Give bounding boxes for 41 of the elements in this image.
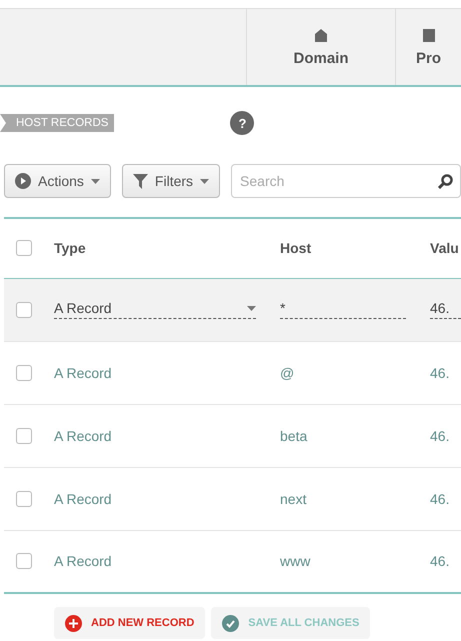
caret-icon bbox=[247, 306, 256, 310]
type-cell: A Record bbox=[54, 553, 112, 570]
section-label: HOST RECORDS bbox=[0, 114, 114, 132]
caret-icon bbox=[200, 178, 210, 184]
caret-icon bbox=[90, 178, 100, 184]
column-header: Type bbox=[54, 240, 86, 256]
host-cell: @ bbox=[280, 364, 294, 380]
value-cell: 46. bbox=[430, 364, 450, 380]
host-field[interactable]: * bbox=[280, 300, 406, 319]
type-cell: A Record bbox=[54, 428, 112, 444]
help-button[interactable]: ? bbox=[230, 111, 254, 135]
value-cell: 46. bbox=[430, 553, 450, 570]
search-field[interactable]: Search bbox=[231, 164, 461, 198]
value-cell: 46. bbox=[430, 490, 450, 506]
actions-button[interactable]: Actions bbox=[4, 164, 111, 198]
checkmark-icon bbox=[222, 614, 240, 632]
nav-tab[interactable]: Domain bbox=[246, 9, 395, 85]
value-field[interactable]: 46. bbox=[430, 300, 461, 319]
column-header: Host bbox=[280, 240, 312, 256]
type-cell: A Record bbox=[54, 490, 112, 506]
checkbox[interactable] bbox=[16, 490, 32, 506]
checkbox[interactable] bbox=[16, 553, 32, 570]
home-icon bbox=[314, 28, 328, 42]
add-record-button[interactable]: ADD NEW RECORD bbox=[54, 607, 206, 639]
checkbox[interactable] bbox=[16, 364, 32, 380]
value-cell: 46. bbox=[430, 428, 450, 444]
search-icon bbox=[438, 174, 453, 189]
plus-icon bbox=[65, 614, 82, 632]
type-cell: A Record bbox=[54, 364, 112, 380]
type-dropdown[interactable]: A Record bbox=[54, 300, 256, 319]
host-cell: beta bbox=[280, 428, 308, 444]
checkbox[interactable] bbox=[16, 240, 32, 256]
filter-icon bbox=[132, 174, 148, 188]
checkbox[interactable] bbox=[16, 428, 32, 444]
filters-button[interactable]: Filters bbox=[122, 164, 220, 198]
checkbox[interactable] bbox=[16, 302, 32, 318]
column-header: Valu bbox=[430, 240, 459, 256]
host-cell: next bbox=[280, 490, 306, 506]
host-cell: www bbox=[280, 553, 310, 570]
nav-tab[interactable]: Pro bbox=[395, 9, 461, 85]
play-icon bbox=[15, 173, 31, 189]
